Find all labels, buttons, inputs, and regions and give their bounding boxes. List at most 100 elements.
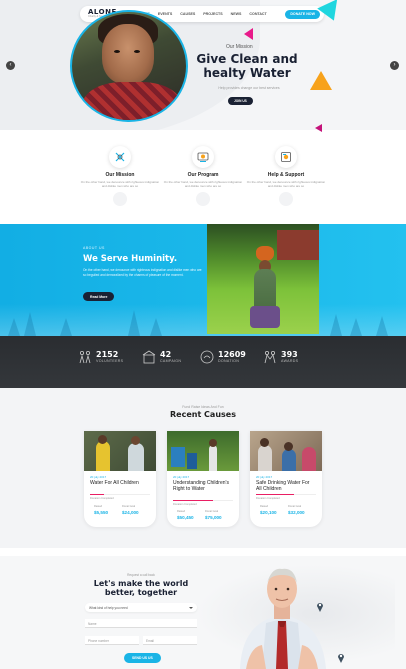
feature-program: Our Program On the other hand, we denoun… [163,146,243,206]
goal-amount: $24,000 [122,510,139,515]
stat-label: VOLUNTEERS [96,359,124,363]
cause-card[interactable]: 20 july 2017 Water For All Children Dona… [84,431,156,527]
raised-label: Raised [260,505,269,508]
serve-title: We Serve Huminity. [83,254,178,264]
cause-card[interactable]: 20 july 2017 Safe Drinking Water For All… [250,431,322,527]
feature-ghost-icon [113,192,127,206]
donate-now-button[interactable]: DONATE NOW [285,9,320,19]
serve-kicker: ABOUT US [83,246,105,250]
goal-label: Donat Goal [205,510,219,513]
program-icon [192,146,214,168]
nav-link-causes[interactable]: CAUSES [180,12,195,16]
stat-number: 2152 [96,350,119,359]
stat-label: DONATION [218,359,240,363]
cause-progress-bar [173,500,233,502]
map-pin-icon [317,603,323,612]
raised-amount: $20,100 [260,510,277,515]
photo-shed [277,230,319,260]
campaign-icon [142,350,156,364]
stat-label: CAMPAIGN [160,359,182,363]
cause-date: 20 july 2017 [90,475,107,479]
raised-amount: $5,550 [94,510,109,515]
decor-triangle-magenta [315,124,322,132]
stat-number: 42 [160,350,172,359]
cause-progress-bar [256,494,316,496]
slider-next-arrow-icon[interactable]: › [390,61,399,70]
photo-water-pot [256,246,274,261]
cause-photo [84,431,156,471]
goal-label: Donat Goal [288,505,302,508]
photo-skirt [250,306,280,328]
tree-silhouette [24,312,36,336]
tree-silhouette [350,318,362,336]
photo-face [102,24,154,84]
decor-triangle-orange [310,71,332,90]
decor-triangle-pink [244,28,253,40]
feature-text: On the other hand, we denounce with righ… [80,180,160,188]
feature-ghost-icon [279,192,293,206]
cause-photo [250,431,322,471]
awards-icon [264,350,276,364]
email-field[interactable]: Email [143,636,197,645]
cause-note: Donation Completed [90,497,114,500]
join-us-button[interactable]: JOIN US [228,97,253,105]
hero-title: Give Clean and healty Water [196,52,298,80]
cause-title[interactable]: Understanding Children's Right to Water [173,480,233,492]
cause-photo [167,431,239,471]
support-icon [275,146,297,168]
slider-prev-arrow-icon[interactable]: ‹ [6,61,15,70]
read-more-button[interactable]: Read More [83,292,115,301]
stat-volunteers: 2152 VOLUNTEERS [78,350,123,364]
cause-progress-fill [256,494,294,496]
photo-eye-left [114,50,120,53]
feature-ghost-icon [196,192,210,206]
causes-kicker: Fund Raise Ideas And Fun [182,405,224,409]
nav-links: HOME EVENTS CAUSES PROJECTS NEWS CONTACT [139,12,285,16]
raised-label: Raised [94,505,103,508]
nav-link-news[interactable]: NEWS [231,12,242,16]
raised-label: Raised [177,510,186,513]
chevron-down-icon [189,606,193,609]
cause-note: Donation Completed [256,497,280,500]
nav-link-contact[interactable]: CONTACT [249,12,266,16]
tree-silhouette [150,318,162,336]
nav-link-projects[interactable]: PROJECTS [203,12,222,16]
hero-section: ALONE Charity & Non-Profit Organization … [0,0,406,130]
causes-title: Recent Causes [170,410,236,419]
nav-link-events[interactable]: EVENTS [158,12,172,16]
goal-amount: $75,000 [205,515,222,520]
goal-label: Donat Goal [122,505,136,508]
cause-title[interactable]: Safe Drinking Water For All Children [256,480,316,492]
stat-donation: 12609 DONATION [200,350,246,364]
donation-icon [200,350,214,364]
help-type-select[interactable]: What kind of help you need [85,603,197,612]
phone-field[interactable]: Phone number [85,636,139,645]
cause-note: Donation Completed [173,503,197,506]
feature-mission: Our Mission On the other hand, we denoun… [80,146,160,206]
decor-triangle-cyan [317,0,345,25]
stat-number: 12609 [218,350,246,359]
map-pin-icon [338,654,344,663]
photo-shirt [82,82,182,120]
stat-awards: 393 AWARDS [263,350,298,364]
name-field[interactable]: Name [85,619,197,628]
send-button[interactable]: SEND US US [124,653,161,663]
feature-title: Help & Support [267,172,305,178]
cause-title[interactable]: Water For All Children [90,480,150,487]
stat-campaign: 42 CAMPAIGN [142,350,181,364]
raised-amount: $50,450 [177,515,194,520]
cause-card[interactable]: 20 july 2017 Understanding Children's Ri… [167,431,239,527]
stat-number: 393 [281,350,298,359]
feature-title: Our Program [187,172,219,178]
hero-subtitle: Our Mission [226,44,253,50]
cause-progress-fill [90,494,104,496]
woman-carrying-water-photo [207,224,319,334]
feature-text: On the other hand, we denounce with righ… [246,180,326,188]
hero-child-photo [70,10,188,122]
photo-eye-right [134,50,140,53]
hero-description: Help provides change our best services [218,86,280,90]
cause-progress-bar [90,494,150,496]
tree-silhouette [8,318,20,336]
serve-text: On the other hand, we denounce with righ… [83,268,202,277]
volunteers-icon [79,350,91,364]
